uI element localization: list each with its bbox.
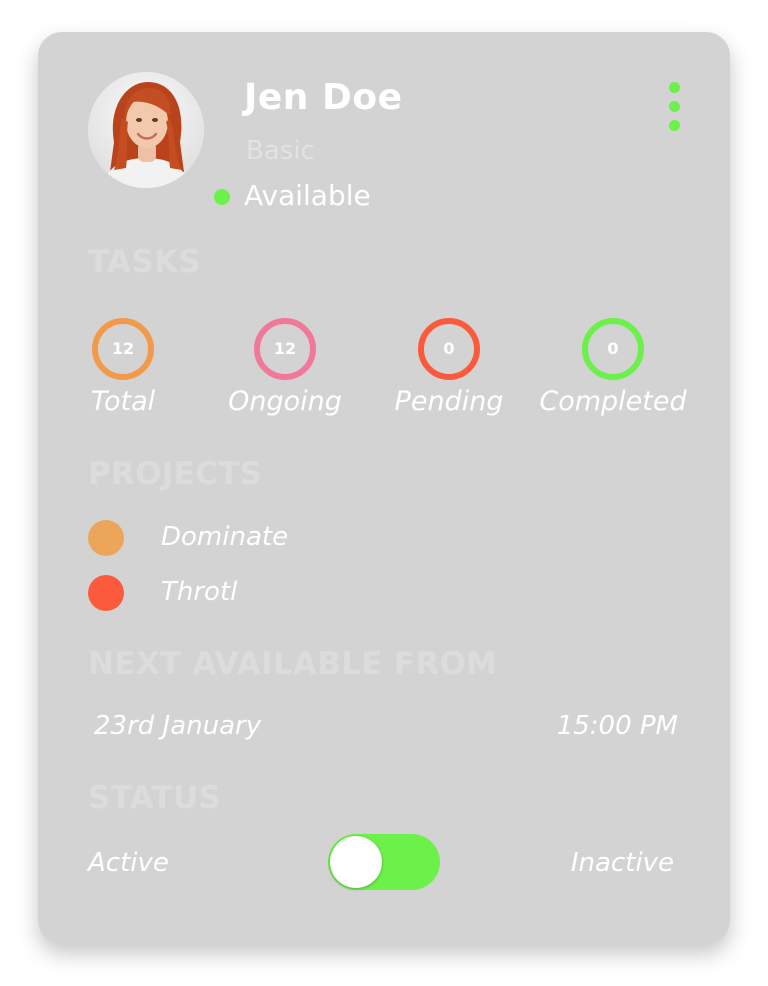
next-available-time: 15:00 PM [556,711,678,741]
kebab-menu-icon [669,101,680,112]
project-item-dominate[interactable]: Dominate [88,518,388,558]
project-item-throtl[interactable]: Throtl [88,573,388,613]
task-total-count: 12 [92,318,154,380]
kebab-menu-icon [669,120,680,131]
toggle-knob[interactable] [330,836,382,888]
task-total[interactable]: 12 Total [48,318,198,428]
status-heading: STATUS [88,780,222,816]
task-pending-label: Pending [394,386,504,417]
next-available-date: 23rd January [94,711,262,741]
task-total-label: Total [90,386,156,417]
next-available-heading: NEXT AVAILABLE FROM [88,646,498,682]
availability-dot-icon [214,189,230,205]
task-pending-count: 0 [418,318,480,380]
task-completed[interactable]: 0 Completed [538,318,688,428]
project-color-dot-icon [88,520,124,556]
task-ongoing-label: Ongoing [228,386,342,417]
status-inactive-label: Inactive [570,848,674,878]
task-ongoing[interactable]: 12 Ongoing [210,318,360,428]
project-name: Dominate [161,522,289,552]
project-name: Throtl [161,577,238,607]
user-name: Jen Doe [244,77,403,118]
status-toggle[interactable] [328,834,440,890]
kebab-menu-icon [669,82,680,93]
project-color-dot-icon [88,575,124,611]
more-options-button[interactable] [666,82,682,132]
task-completed-label: Completed [539,386,687,417]
availability-status: Available [244,179,371,212]
avatar [88,72,204,188]
plan-label: Basic [246,136,315,166]
task-completed-count: 0 [582,318,644,380]
task-pending[interactable]: 0 Pending [374,318,524,428]
status-active-label: Active [88,848,169,878]
projects-heading: PROJECTS [88,456,263,492]
task-ongoing-count: 12 [254,318,316,380]
profile-card: Jen Doe Basic Available TASKS 12 Total 1… [38,32,730,944]
tasks-heading: TASKS [88,244,201,280]
